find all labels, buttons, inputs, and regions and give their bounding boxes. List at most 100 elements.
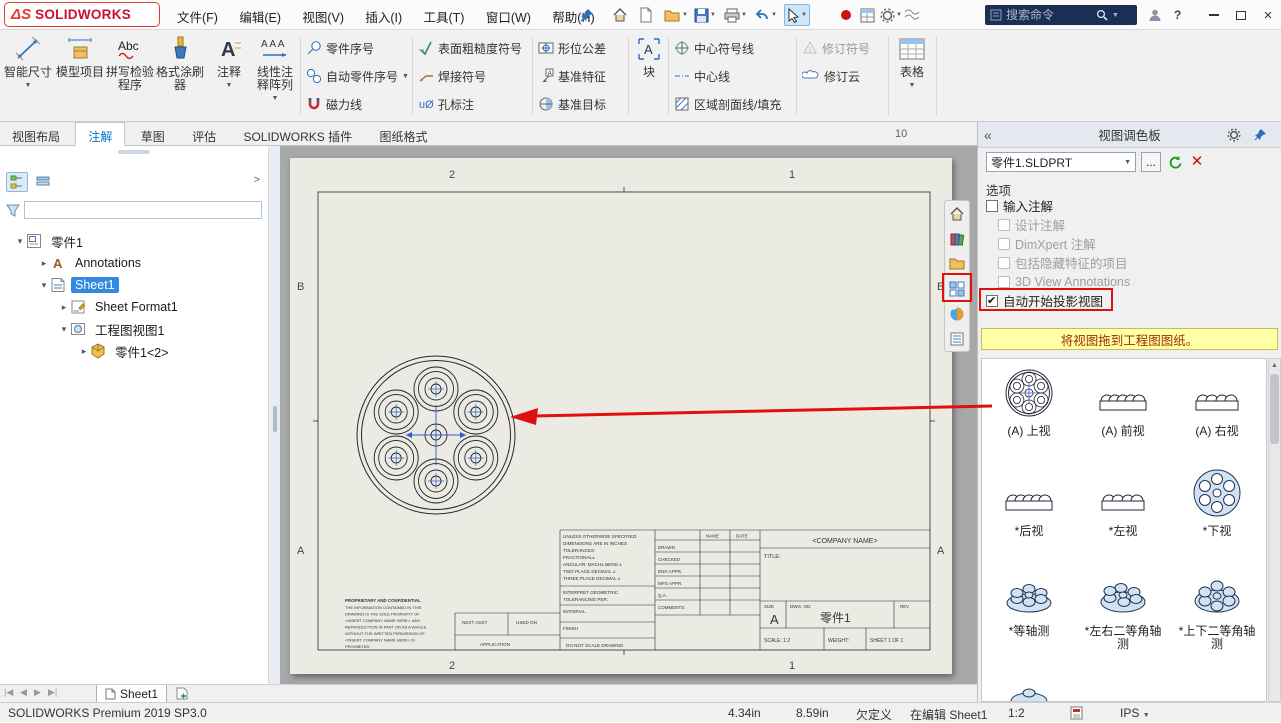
balloon-button[interactable]: 零件序号	[306, 36, 374, 60]
menu-edit[interactable]: 编辑(E)	[230, 0, 290, 29]
view-palette-tab[interactable]	[945, 276, 969, 301]
add-sheet-button[interactable]	[176, 687, 189, 700]
checkbox-auto-start-projected-view[interactable]: 自动开始投影视图	[986, 291, 1103, 310]
close-button[interactable]: ×	[1257, 7, 1279, 23]
drawing-sheet[interactable]: 2 1 2 1 B A B A	[290, 158, 952, 674]
search-input[interactable]	[1006, 8, 1092, 22]
area-hatch-button[interactable]: 区域剖面线/填充	[674, 92, 781, 116]
expand-arrow-icon[interactable]: ▾	[58, 324, 70, 335]
feature-tree-tab[interactable]	[6, 172, 28, 192]
last-sheet-button[interactable]: ▶|	[48, 687, 57, 698]
sheet1-tab[interactable]: Sheet1	[96, 685, 167, 703]
surface-finish-button[interactable]: 表面粗糙度符号	[418, 36, 522, 60]
expand-arrow-icon[interactable]: ▾	[14, 236, 26, 247]
tree-item-part-instance[interactable]: ▸ 零件1<2>	[0, 340, 268, 362]
view-thumbnail-dimetric-tb[interactable]: *上下二等角轴测	[1170, 559, 1264, 675]
prev-sheet-button[interactable]: ◀	[20, 687, 27, 698]
refresh-button[interactable]	[1165, 152, 1185, 172]
checkbox-import-annotations[interactable]: 输入注解	[986, 196, 1053, 215]
menu-insert[interactable]: 插入(I)	[356, 0, 411, 29]
tree-item-annotations[interactable]: ▸ A Annotations	[0, 252, 268, 274]
checkbox-3d-view-annotations[interactable]: 3D View Annotations	[998, 272, 1130, 291]
menu-tools[interactable]: 工具(T)	[415, 0, 474, 29]
format-painter-button[interactable]: 格式涂刷器	[156, 33, 204, 119]
undo-icon[interactable]: ▼	[752, 4, 779, 26]
flyout-expand-icon[interactable]: >	[254, 174, 260, 186]
hole-callout-button[interactable]: uØ 孔标注	[418, 92, 474, 116]
design-library-tab[interactable]	[945, 226, 969, 251]
expand-arrow-icon[interactable]: ▸	[78, 346, 90, 357]
minimize-button[interactable]	[1203, 7, 1225, 23]
geometric-tolerance-button[interactable]: 形位公差	[538, 36, 606, 60]
checkbox-include-hidden[interactable]: 包括隐藏特征的项目	[998, 253, 1128, 272]
tree-filter-input[interactable]	[24, 201, 262, 219]
display-pane-tab[interactable]	[32, 172, 54, 192]
search-icon[interactable]	[1096, 9, 1108, 21]
home-icon[interactable]	[610, 4, 630, 26]
tree-item-sheet1[interactable]: ▾ Sheet1	[0, 274, 268, 296]
panel-splitter[interactable]	[268, 146, 280, 684]
menu-view[interactable]: 视图(V)	[293, 0, 353, 29]
tree-item-drawing-view1[interactable]: ▾ 工程图视图1	[0, 318, 268, 340]
solidworks-resources-tab[interactable]	[945, 201, 969, 226]
expand-arrow-icon[interactable]: ▸	[58, 302, 70, 313]
appearances-scenes-tab[interactable]	[945, 301, 969, 326]
user-account-icon[interactable]	[1146, 4, 1164, 26]
checkbox-design-annotations[interactable]: 设计注解	[998, 215, 1065, 234]
tables-button[interactable]: 表格▼	[892, 33, 932, 119]
view-thumbnail-front[interactable]: (A) 前视	[1076, 359, 1170, 459]
view-thumbnail-partial[interactable]	[982, 675, 1076, 702]
view-thumbnail-top[interactable]: (A) 上视	[982, 359, 1076, 459]
revision-symbol-button[interactable]: 1 修订符号	[802, 36, 870, 60]
open-icon[interactable]: ▼	[662, 4, 690, 26]
center-mark-button[interactable]: 中心符号线	[674, 36, 754, 60]
expand-arrow-icon[interactable]: ▸	[38, 258, 50, 269]
tab-view-layout[interactable]: 视图布局	[0, 123, 72, 147]
pin-pane-icon[interactable]	[1254, 128, 1267, 141]
view-thumbnail-bottom[interactable]: *下视	[1170, 459, 1264, 559]
search-dropdown-icon[interactable]: ▼	[1112, 12, 1119, 19]
drawing-view-1[interactable]	[357, 356, 515, 514]
select-icon[interactable]: ▼	[784, 4, 810, 26]
revision-cloud-button[interactable]: 修订云	[802, 64, 860, 88]
view-thumbnail-isometric[interactable]: *等轴测	[982, 559, 1076, 675]
model-items-button[interactable]: 模型项目	[56, 33, 104, 119]
file-explorer-tab[interactable]	[945, 251, 969, 276]
tree-item-sheet-format[interactable]: ▸ Sheet Format1	[0, 296, 268, 318]
tab-sketch[interactable]: 草图	[129, 123, 177, 147]
view-thumbnail-dimetric-lr[interactable]: *左右二等角轴测	[1076, 559, 1170, 675]
restore-button[interactable]	[1230, 7, 1252, 23]
record-macro-icon[interactable]	[838, 4, 854, 26]
view-thumbnail-left[interactable]: *左视	[1076, 459, 1170, 559]
smart-dimension-button[interactable]: 智能尺寸▼	[4, 33, 52, 119]
tab-evaluate[interactable]: 评估	[180, 123, 228, 147]
print-icon[interactable]: ▼	[722, 4, 749, 26]
datum-feature-button[interactable]: A 基准特征	[538, 64, 606, 88]
palette-file-dropdown[interactable]: 零件1.SLDPRT ▼	[986, 152, 1136, 172]
note-button[interactable]: A 注释▼	[208, 33, 250, 119]
new-document-icon[interactable]	[636, 4, 656, 26]
tab-sheet-format[interactable]: 图纸格式	[367, 123, 439, 147]
view-thumbnail-back[interactable]: *后视	[982, 459, 1076, 559]
linear-note-pattern-button[interactable]: A A A 线性注释阵列▼	[252, 33, 298, 119]
custom-properties-tab[interactable]	[945, 326, 969, 351]
save-icon[interactable]: ▼	[692, 4, 718, 26]
datum-target-button[interactable]: 基准目标	[538, 92, 606, 116]
palette-scrollbar[interactable]: ▲	[1268, 358, 1281, 702]
tab-annotation[interactable]: 注解	[75, 122, 125, 146]
tab-solidworks-addins[interactable]: SOLIDWORKS 插件	[231, 123, 364, 147]
pane-options-gear-icon[interactable]	[1227, 128, 1241, 142]
first-sheet-button[interactable]: |◀	[4, 687, 13, 698]
magnetic-line-button[interactable]: 磁力线	[306, 92, 362, 116]
palette-close-button[interactable]: ✕	[1187, 152, 1207, 172]
spell-checker-button[interactable]: Abc 拼写检验程序	[106, 33, 154, 119]
next-sheet-button[interactable]: ▶	[34, 687, 41, 698]
menu-file[interactable]: 文件(F)	[168, 0, 227, 29]
menu-window[interactable]: 窗口(W)	[477, 0, 540, 29]
panel-grip[interactable]	[118, 150, 150, 154]
weld-symbol-button[interactable]: 焊接符号	[418, 64, 486, 88]
centerline-button[interactable]: 中心线	[674, 64, 730, 88]
browse-button[interactable]: ...	[1141, 152, 1161, 172]
scroll-up-icon[interactable]: ▲	[1269, 359, 1280, 372]
filter-wave-icon[interactable]	[902, 4, 922, 26]
